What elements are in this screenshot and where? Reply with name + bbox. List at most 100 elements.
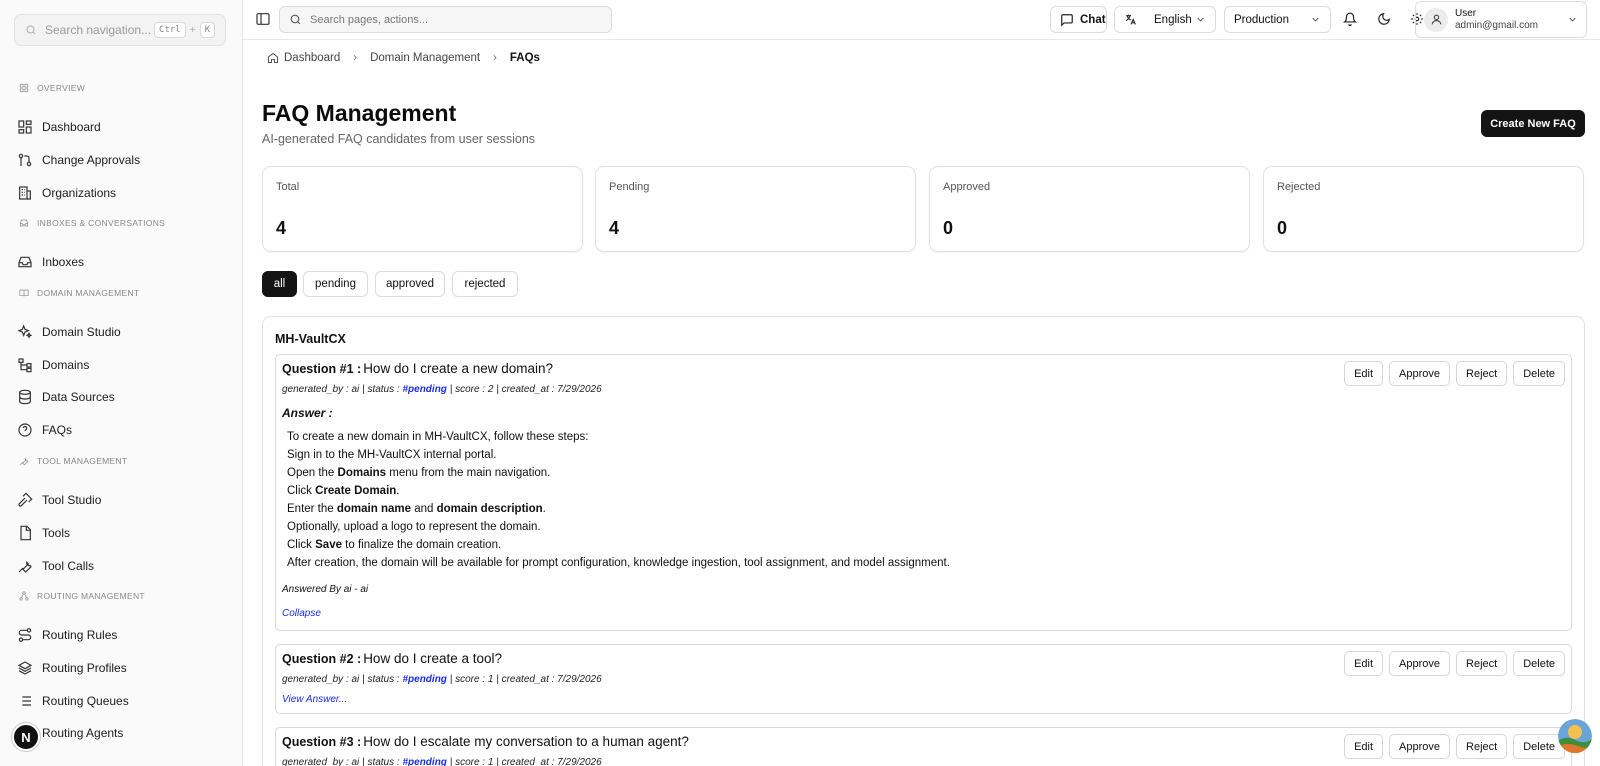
sidebar-item-label: Change Approvals [42,153,141,167]
faq-group: MH-VaultCX Question #1 : How do I create… [262,316,1585,766]
wrench-icon [19,457,29,466]
delete-button[interactable]: Delete [1513,651,1565,676]
section-inboxes: INBOXES & CONVERSATIONS [19,218,165,228]
section-tool: TOOL MANAGEMENT [19,456,127,466]
environment-select[interactable]: Production [1224,6,1331,33]
edit-button[interactable]: Edit [1344,361,1384,386]
sidebar-item-faqs[interactable]: FAQs [17,419,227,441]
sidebar-item-routing-agents[interactable]: Routing Agents [17,722,227,744]
group-title: MH-VaultCX [275,332,346,346]
filter-approved[interactable]: approved [375,271,445,297]
user-menu[interactable]: User admin@gmail.com [1415,1,1587,38]
dashboard-icon [18,120,32,134]
sidebar-item-label: Organizations [42,186,117,200]
question-number: Question #2 : [282,652,362,666]
file-icon [20,525,31,541]
inbox-icon [19,219,29,227]
sidebar-toggle-icon[interactable] [255,11,271,27]
environment-value: Production [1234,13,1289,26]
sidebar-item-tool-studio[interactable]: Tool Studio [17,489,227,511]
page-title: FAQ Management [262,100,457,126]
sidebar-item-change-approvals[interactable]: Change Approvals [17,149,227,171]
sidebar-item-dashboard[interactable]: Dashboard [17,116,227,138]
sidebar-item-label: Routing Agents [42,726,124,740]
sidebar-item-label: Tool Calls [42,559,95,573]
sidebar-item-organizations[interactable]: Organizations [17,182,227,204]
filter-pending[interactable]: pending [303,271,368,297]
git-pull-request-icon [18,153,32,167]
sidebar-item-routing-rules[interactable]: Routing Rules [17,624,227,646]
next-devtools-badge[interactable]: N [12,723,40,751]
reject-button[interactable]: Reject [1456,651,1508,676]
status-badge: #pending [402,674,447,685]
section-routing-label: ROUTING MANAGEMENT [37,591,145,601]
search-icon [26,25,36,35]
approve-button[interactable]: Approve [1389,734,1451,759]
question-actions: Edit Approve Reject Delete [1344,651,1565,676]
section-inboxes-label: INBOXES & CONVERSATIONS [37,218,166,228]
kbd-plus: + [189,24,196,36]
moon-icon[interactable] [1377,12,1391,26]
answer-line: Click Create Domain. [287,482,950,500]
book-icon [19,289,29,297]
collapse-link[interactable]: Collapse [282,608,321,619]
topbar: Search pages, actions... Chat English Pr… [243,0,1600,40]
sidebar-search-input[interactable]: Search navigation... Ctrl + K [14,14,226,46]
sidebar-item-label: Tools [42,526,71,540]
answer-bold: Save [315,539,342,551]
chat-button[interactable]: Chat [1050,6,1107,33]
delete-button[interactable]: Delete [1513,361,1565,386]
section-domain-label: DOMAIN MANAGEMENT [37,288,140,298]
sidebar-item-tools[interactable]: Tools [17,522,227,544]
meta-score: score : 2 [455,384,494,395]
answer-line: Enter the domain name and domain descrip… [287,500,950,518]
breadcrumb-dashboard[interactable]: Dashboard [284,52,340,64]
stat-value: 4 [609,218,620,238]
approve-button[interactable]: Approve [1389,651,1451,676]
stat-card-rejected: Rejected 0 [1263,166,1584,252]
edit-button[interactable]: Edit [1344,651,1384,676]
filter-rejected[interactable]: rejected [452,271,518,297]
create-faq-button[interactable]: Create New FAQ [1481,110,1585,137]
workflow-icon [19,591,29,601]
question-meta: generated_by : ai | status : #pending | … [282,674,602,685]
assistant-avatar-icon[interactable] [1558,719,1592,753]
avatar [1424,7,1448,32]
message-square-icon [1061,13,1073,27]
status-badge: #pending [402,384,447,395]
sidebar-item-label: FAQs [42,423,73,437]
sidebar-item-inboxes[interactable]: Inboxes [17,251,227,273]
approve-button[interactable]: Approve [1389,361,1451,386]
layers-icon [17,661,33,675]
sidebar-item-label: Dashboard [42,120,101,134]
sidebar-item-domains[interactable]: Domains [17,354,227,376]
global-search-input[interactable]: Search pages, actions... [279,6,612,33]
filter-all[interactable]: all [262,271,297,297]
meta-generated-by: generated_by : ai [282,757,360,766]
sidebar-item-tool-calls[interactable]: Tool Calls [17,555,227,577]
sidebar-item-routing-queues[interactable]: Routing Queues [17,690,227,712]
bell-icon[interactable] [1343,12,1357,26]
language-select[interactable]: English [1114,6,1216,33]
sidebar-item-routing-profiles[interactable]: Routing Profiles [17,657,227,679]
answer-line: Open the Domains menu from the main navi… [287,464,950,482]
breadcrumb: Dashboard › Domain Management › FAQs [267,52,540,64]
sidebar-item-label: Domain Studio [42,325,121,339]
reject-button[interactable]: Reject [1456,361,1508,386]
user-name: User [1455,7,1477,19]
reject-button[interactable]: Reject [1456,734,1508,759]
kbd-ctrl: Ctrl [154,22,186,38]
chevron-right-icon: › [353,52,358,64]
sidebar-item-domain-studio[interactable]: Domain Studio [17,321,227,343]
answer-body: To create a new domain in MH-VaultCX, fo… [287,428,950,572]
view-answer-link[interactable]: View Answer... [282,694,347,705]
sidebar-item-data-sources[interactable]: Data Sources [17,386,227,408]
breadcrumb-domain-management[interactable]: Domain Management [370,52,480,64]
answer-bold: domain description [436,503,543,515]
kbd-k: K [199,22,215,38]
edit-button[interactable]: Edit [1344,734,1384,759]
chevron-down-icon [1312,17,1319,22]
question-text: How do I create a new domain? [363,361,554,376]
building-icon [19,186,31,200]
home-icon [268,52,278,63]
